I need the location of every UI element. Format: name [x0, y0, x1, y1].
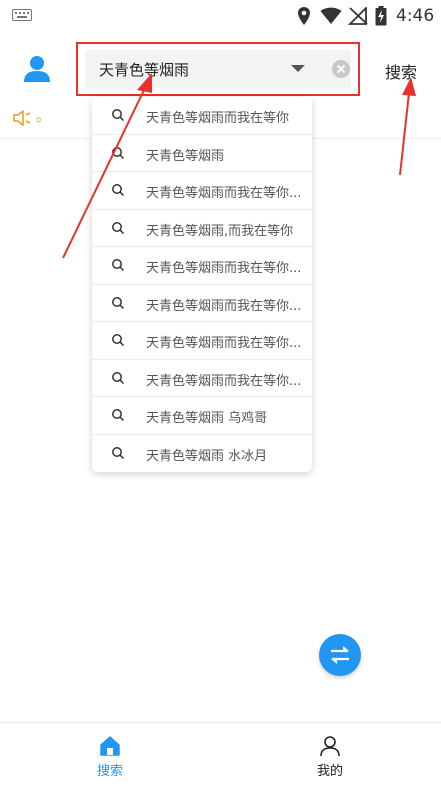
suggestion-text: 天青色等烟雨而我在等你...	[146, 186, 302, 201]
user-icon[interactable]	[22, 54, 52, 84]
wifi-icon	[320, 7, 342, 24]
home-icon	[100, 736, 120, 756]
search-input[interactable]: 天青色等烟雨	[85, 50, 351, 88]
search-icon	[112, 146, 125, 159]
search-icon	[112, 446, 125, 459]
suggestion-item[interactable]: 天青色等烟雨,而我在等你	[92, 210, 312, 247]
suggestion-text: 天青色等烟雨而我在等你...	[146, 261, 302, 276]
search-input-value[interactable]: 天青色等烟雨	[99, 59, 189, 80]
search-icon	[112, 259, 125, 272]
nav-item-search[interactable]: 搜索	[80, 735, 140, 781]
person-icon	[320, 736, 340, 757]
suggestion-item[interactable]: 天青色等烟雨而我在等你...	[92, 285, 312, 322]
suggestion-item[interactable]: 天青色等烟雨而我在等你...	[92, 172, 312, 210]
swap-icon	[331, 646, 349, 664]
search-icon	[112, 371, 125, 384]
suggestion-text: 天青色等烟雨	[146, 148, 225, 164]
search-box-highlight: 天青色等烟雨	[76, 42, 360, 96]
notice-text: 。	[36, 109, 50, 125]
location-icon	[298, 7, 310, 25]
swap-fab-button[interactable]	[319, 634, 361, 676]
suggestion-item[interactable]: 天青色等烟雨而我在等你...	[92, 247, 312, 285]
suggestion-text: 天青色等烟雨而我在等你...	[146, 298, 302, 314]
search-icon	[112, 409, 125, 422]
search-icon	[112, 221, 125, 234]
suggestion-item[interactable]: 天青色等烟雨而我在等你...	[92, 322, 312, 360]
clock: 4:46	[396, 6, 435, 26]
suggestion-item[interactable]: 天青色等烟雨而我在等你...	[92, 360, 312, 397]
nav-label-me: 我的	[316, 764, 343, 779]
search-icon	[112, 334, 125, 347]
clear-icon[interactable]	[332, 60, 350, 78]
status-bar: 4:46	[0, 0, 441, 32]
suggestion-item[interactable]: 天青色等烟雨而我在等你	[92, 97, 312, 135]
bottom-navigation: 搜索 我的	[0, 722, 441, 786]
speaker-icon	[13, 110, 31, 126]
suggestion-item[interactable]: 天青色等烟雨	[92, 135, 312, 172]
suggestion-text: 天青色等烟雨 乌鸡哥	[146, 411, 268, 426]
search-header: 天青色等烟雨 搜索	[0, 32, 441, 104]
signal-off-icon	[348, 7, 368, 25]
suggestion-item[interactable]: 天青色等烟雨 水冰月	[92, 435, 312, 473]
suggestion-text: 天青色等烟雨而我在等你...	[146, 373, 302, 389]
battery-charging-icon	[375, 6, 387, 26]
suggestion-item[interactable]: 天青色等烟雨 乌鸡哥	[92, 397, 312, 435]
nav-label-search: 搜索	[96, 764, 123, 779]
suggestion-text: 天青色等烟雨 水冰月	[146, 448, 268, 464]
nav-item-me[interactable]: 我的	[300, 735, 360, 781]
search-icon	[112, 109, 125, 122]
search-icon	[112, 296, 125, 309]
suggestion-text: 天青色等烟雨而我在等你	[146, 111, 290, 126]
search-button[interactable]: 搜索	[385, 59, 417, 83]
suggestion-text: 天青色等烟雨,而我在等你	[146, 223, 294, 239]
search-icon	[112, 184, 125, 197]
suggestion-text: 天青色等烟雨而我在等你...	[146, 336, 302, 351]
caret-down-icon[interactable]	[291, 65, 305, 72]
keyboard-icon	[12, 9, 32, 21]
suggestion-dropdown: 天青色等烟雨而我在等你 天青色等烟雨 天青色等烟雨而我在等你... 天青色等烟雨…	[92, 97, 312, 472]
